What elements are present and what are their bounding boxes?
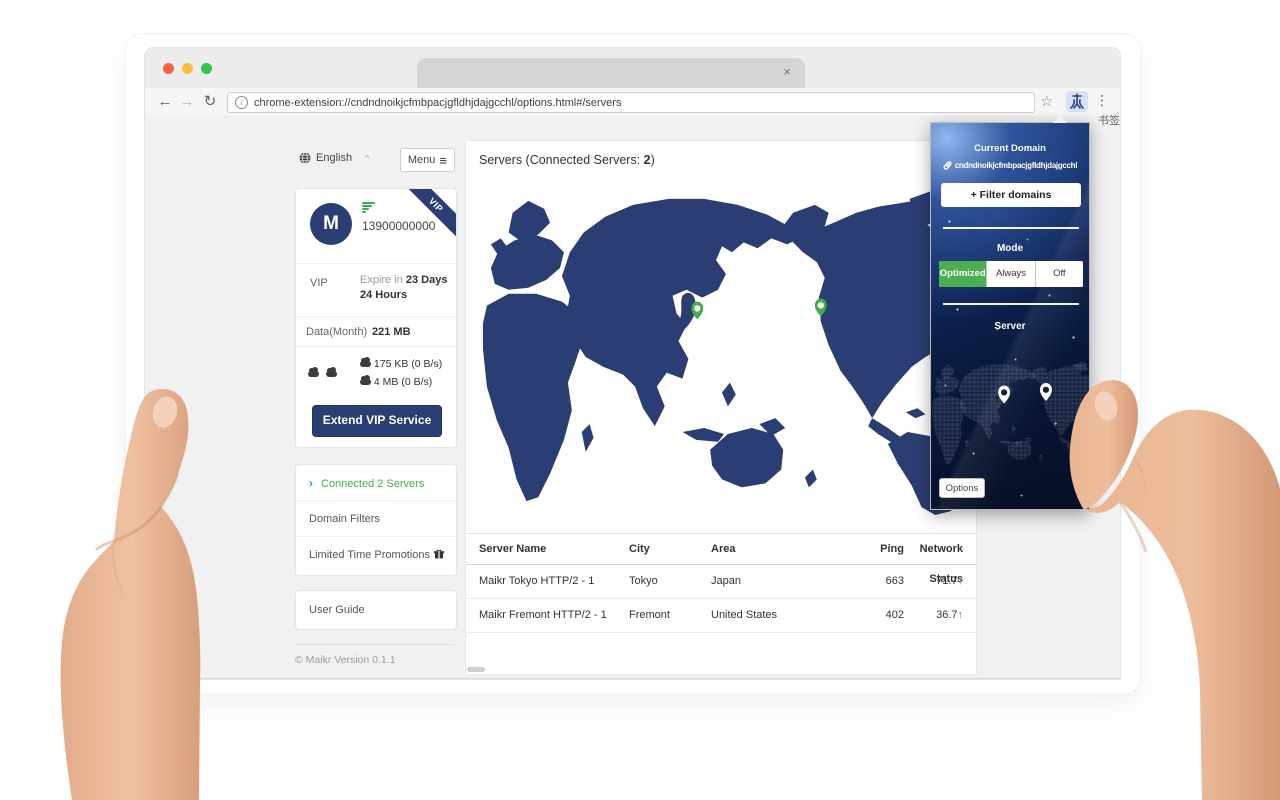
version-footer: © Maikr Version 0.1.1	[295, 654, 396, 666]
sidebar-item-connected-servers[interactable]: › Connected 2 Servers	[296, 465, 456, 501]
user-guide-card[interactable]: User Guide	[295, 590, 457, 630]
col-city: City	[629, 543, 650, 555]
world-map	[482, 190, 963, 515]
traffic-icons	[308, 365, 338, 383]
chevron-up-icon: ^	[365, 154, 370, 162]
chevron-right-icon: ›	[309, 476, 313, 490]
mode-off-button[interactable]: Off	[1034, 261, 1083, 287]
col-area: Area	[711, 543, 736, 555]
popup-divider	[943, 303, 1079, 305]
scrollbar-nub[interactable]	[467, 667, 485, 672]
mode-always-button[interactable]: Always	[986, 261, 1035, 287]
table-row[interactable]: Maikr Fremont HTTP/2 - 1 Fremont United …	[466, 599, 976, 633]
back-icon[interactable]: ←	[155, 91, 175, 112]
cloud-upload-icon	[360, 375, 371, 386]
plus-icon: +	[970, 189, 977, 201]
account-card: VIP M 13900000000 VIP Expire in 23 Days …	[295, 188, 457, 448]
table-row[interactable]: Maikr Tokyo HTTP/2 - 1 Tokyo Japan 663 7…	[466, 565, 976, 599]
hamburger-icon: ≡	[439, 152, 447, 168]
extension-icon[interactable]	[1066, 91, 1088, 112]
sidebar-divider	[295, 644, 455, 645]
server-label: Server	[994, 321, 1026, 332]
vip-row-label: VIP	[310, 277, 328, 289]
sidebar-item-domain-filters[interactable]: Domain Filters	[296, 501, 456, 537]
data-month-label: Data(Month)	[306, 326, 368, 338]
address-bar[interactable]: i chrome-extension://cndndnoikjcfmbpacjg…	[227, 92, 1035, 113]
menu-label: Menu	[407, 154, 436, 166]
servers-table: Server Name City Area Ping Network Statu…	[466, 533, 976, 633]
filter-domains-button[interactable]: + Filter domains	[941, 183, 1081, 207]
vip-expire: Expire in 23 Days 24 Hours	[360, 274, 448, 301]
mode-optimized-button[interactable]: Optimized	[939, 261, 987, 287]
col-ping: Ping	[880, 543, 904, 555]
right-hand	[1069, 380, 1280, 800]
browser-menu-icon[interactable]: ⋮	[1095, 92, 1109, 109]
minimize-window-icon[interactable]	[182, 63, 193, 74]
page-title: Servers (Connected Servers: 2)	[479, 153, 655, 167]
bookmark-star-icon[interactable]: ☆	[1040, 92, 1053, 110]
sidebar-topbar: English ^ Menu ≡	[295, 146, 455, 176]
browser-toolbar: ← → ↻ i chrome-extension://cndndnoikjcfm…	[145, 88, 1120, 117]
page-info-icon[interactable]: i	[235, 96, 248, 109]
browser-tabstrip: ×	[145, 48, 1120, 88]
cloud-upload-icon	[326, 366, 338, 377]
user-guide-label: User Guide	[309, 604, 365, 616]
table-header-row: Server Name City Area Ping Network Statu…	[466, 533, 976, 585]
col-network-status: Network Status	[919, 543, 963, 585]
connected-count: 2	[643, 153, 651, 167]
menu-button[interactable]: Menu ≡	[399, 148, 455, 172]
maximize-window-icon[interactable]	[201, 63, 212, 74]
vip-ribbon: VIP	[399, 189, 456, 242]
signal-icon	[362, 202, 376, 213]
extend-vip-button[interactable]: Extend VIP Service	[312, 405, 442, 437]
bookmark-tooltip: 书签	[1098, 115, 1120, 127]
arrow-up-icon: ↑	[957, 575, 964, 587]
cloud-download-icon	[308, 366, 319, 377]
arrow-up-icon: ↑	[957, 609, 964, 621]
gift-icon	[434, 538, 445, 574]
current-domain-label: Current Domain	[974, 143, 1046, 154]
scene: × ← → ↻ i chrome-extension://cndndnoikjc…	[0, 0, 1280, 800]
popup-callout-arrow	[1053, 115, 1067, 123]
browser-tab[interactable]: ×	[417, 58, 805, 88]
download-stat: 175 KB (0 B/s)	[373, 358, 443, 370]
current-domain-row: cndndnoikjcfmbpacjgfldhjdajgcchl	[931, 161, 1089, 170]
left-hand	[60, 388, 201, 800]
current-domain-value: cndndnoikjcfmbpacjgfldhjdajgcchl	[954, 161, 1078, 170]
upload-stat: 4 MB (0 B/s)	[373, 376, 433, 388]
servers-panel: Servers (Connected Servers: 2) Server Na…	[465, 140, 977, 675]
sidebar-nav: › Connected 2 Servers Domain Filters Limi…	[295, 464, 457, 576]
avatar: M	[310, 203, 352, 245]
account-phone: 13900000000	[362, 219, 436, 233]
link-icon	[943, 161, 952, 170]
col-server-name: Server Name	[479, 543, 547, 555]
star-field	[931, 123, 932, 124]
reload-icon[interactable]: ↻	[200, 91, 220, 112]
close-window-icon[interactable]	[163, 63, 174, 74]
data-month-value: 221 MB	[372, 326, 411, 338]
language-selector[interactable]: English ^	[299, 152, 369, 164]
cloud-download-icon	[360, 357, 371, 368]
options-button[interactable]: Options	[939, 478, 985, 498]
traffic-stats: 175 KB (0 B/s) 4 MB (0 B/s)	[360, 355, 442, 391]
window-controls[interactable]	[163, 63, 212, 74]
sidebar-item-promotions[interactable]: Limited Time Promotions	[296, 537, 456, 573]
mode-switcher: Optimized Always Off	[939, 261, 1083, 287]
popup-divider	[943, 227, 1079, 229]
forward-icon[interactable]: →	[177, 91, 197, 112]
url-text: chrome-extension://cndndnoikjcfmbpacjgfl…	[254, 96, 622, 109]
tab-close-icon[interactable]: ×	[783, 64, 791, 80]
globe-icon	[299, 152, 311, 164]
mode-label: Mode	[996, 243, 1024, 254]
language-label: English	[316, 152, 353, 164]
